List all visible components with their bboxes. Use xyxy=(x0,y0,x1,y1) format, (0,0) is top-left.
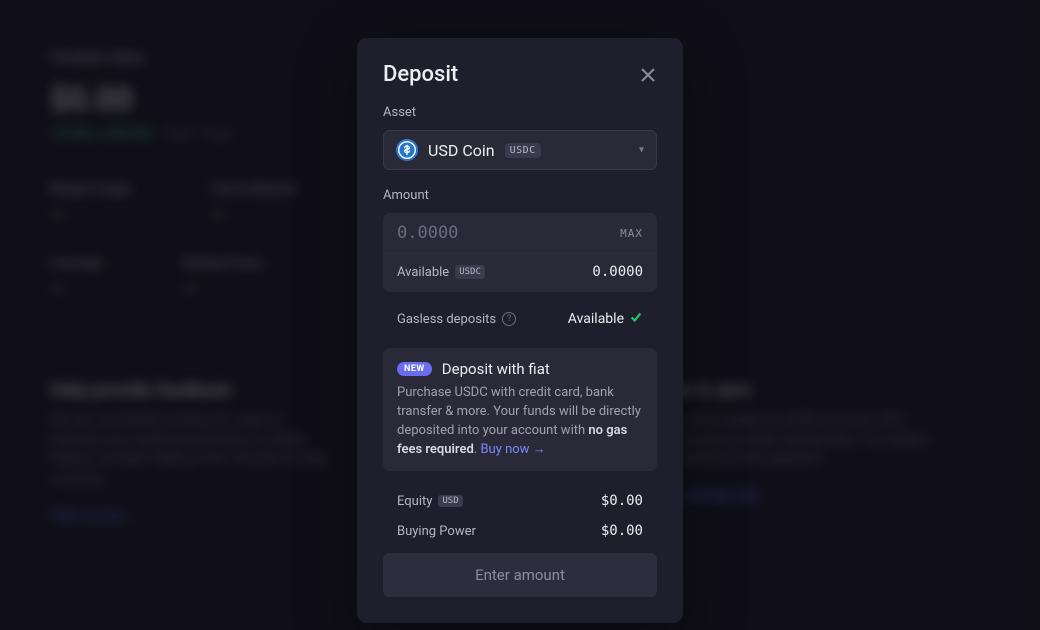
equity-value: $0.00 xyxy=(601,493,643,509)
amount-label: Amount xyxy=(383,188,657,203)
asset-select[interactable]: USD Coin USDC ▾ xyxy=(383,130,657,170)
usdc-icon xyxy=(396,139,418,161)
close-button[interactable] xyxy=(639,66,657,84)
equity-label: Equity xyxy=(397,494,432,509)
asset-symbol-badge: USDC xyxy=(505,143,541,158)
chevron-down-icon: ▾ xyxy=(639,145,644,156)
buying-power-value: $0.00 xyxy=(601,523,643,539)
fiat-deposit-box: NEW Deposit with fiat Purchase USDC with… xyxy=(383,348,657,471)
fiat-title: Deposit with fiat xyxy=(442,360,550,378)
amount-input[interactable] xyxy=(397,223,620,243)
check-icon xyxy=(629,310,643,328)
close-icon xyxy=(641,68,655,82)
submit-button[interactable]: Enter amount xyxy=(383,553,657,597)
gasless-status: Available xyxy=(568,311,624,327)
buying-power-label: Buying Power xyxy=(397,524,476,539)
fiat-description: Purchase USDC with credit card, bank tra… xyxy=(397,384,643,459)
asset-label: Asset xyxy=(383,105,657,120)
available-label: Available xyxy=(397,265,449,280)
deposit-modal: Deposit Asset USD Coin USDC ▾ Amount MAX… xyxy=(357,38,683,623)
available-symbol-badge: USDC xyxy=(455,265,485,279)
asset-name: USD Coin xyxy=(428,141,495,160)
equity-symbol-badge: USD xyxy=(438,495,462,507)
new-badge: NEW xyxy=(397,362,432,376)
available-value: 0.0000 xyxy=(592,264,643,280)
gasless-label: Gasless deposits xyxy=(397,312,496,327)
buy-now-link[interactable]: Buy now → xyxy=(480,442,545,457)
help-icon[interactable]: ? xyxy=(502,312,516,326)
amount-box: MAX Available USDC 0.0000 xyxy=(383,213,657,292)
max-button[interactable]: MAX xyxy=(620,227,643,240)
modal-title: Deposit xyxy=(383,62,458,87)
